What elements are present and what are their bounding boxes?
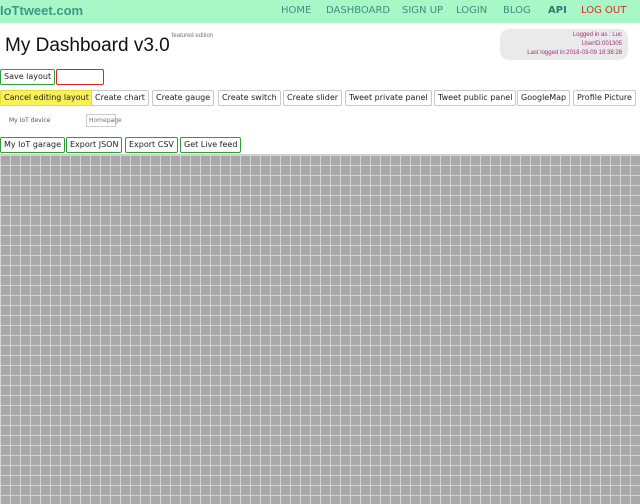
page-title: My Dashboard v3.0 [5, 35, 170, 56]
dashboard-grid[interactable] [0, 154, 640, 504]
user-info-box: Logged in as : Luc UserID:001305 Last lo… [500, 29, 628, 60]
export-json-button[interactable]: Export JSON [66, 137, 123, 153]
hidden-layout-button[interactable] [56, 69, 104, 85]
create-gauge-button[interactable]: Create gauge [152, 90, 215, 106]
nav-login[interactable]: LOGIN [456, 5, 487, 16]
user-id: UserID:001305 [581, 41, 622, 47]
profile-picture-button[interactable]: Profile Picture [573, 90, 636, 106]
brand-logo[interactable]: IoTtweet.com [0, 3, 83, 18]
nav-api[interactable]: API [548, 5, 567, 16]
googlemap-button[interactable]: GoogleMap [517, 90, 571, 106]
my-iot-garage-button[interactable]: My IoT garage [0, 137, 66, 153]
page-header: My Dashboard v3.0 featured edition [5, 33, 214, 57]
nav-blog[interactable]: BLOG [503, 5, 531, 16]
create-chart-button[interactable]: Create chart [91, 90, 149, 106]
nav-dashboard[interactable]: DASHBOARD [326, 5, 390, 16]
top-nav: IoTtweet.com HOME DASHBOARD SIGN UP LOGI… [0, 0, 640, 23]
cancel-editing-button[interactable]: Cancel editing layout [0, 90, 93, 106]
get-live-feed-button[interactable]: Get Live feed [180, 137, 242, 153]
tweet-public-panel-button[interactable]: Tweet public panel [434, 90, 517, 106]
chevron-down-icon: ⌄ [108, 117, 114, 124]
iot-device-label: My IoT device [9, 117, 51, 124]
iot-device-selected: Homepage [89, 117, 122, 124]
create-switch-button[interactable]: Create switch [218, 90, 281, 106]
save-layout-button[interactable]: Save layout [0, 69, 56, 85]
create-slider-button[interactable]: Create slider [283, 90, 343, 106]
tweet-private-panel-button[interactable]: Tweet private panel [345, 90, 432, 106]
iot-device-select[interactable]: Homepage ⌄ [86, 114, 122, 127]
last-login: Last logged in:2018-03-09 18:38:28 [527, 50, 622, 56]
nav-logout[interactable]: LOG OUT [581, 5, 626, 16]
logged-in-as: Logged in as : Luc [572, 32, 622, 38]
export-csv-button[interactable]: Export CSV [125, 137, 178, 153]
nav-home[interactable]: HOME [281, 5, 311, 16]
nav-signup[interactable]: SIGN UP [402, 5, 443, 16]
edition-label: featured edition [171, 33, 214, 39]
